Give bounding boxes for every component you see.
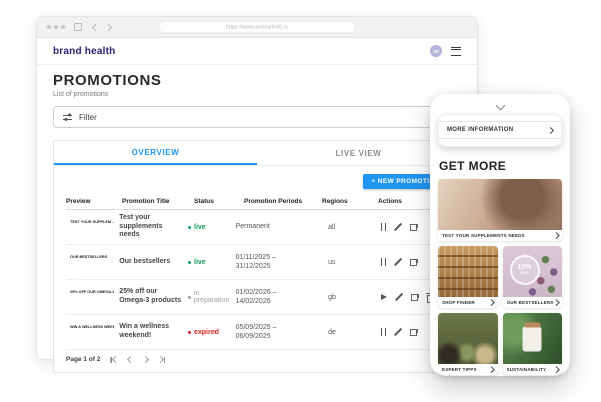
card-label: TEST YOUR SUPPLEMENTS NEEDS (442, 233, 525, 238)
card-label: OUR BESTSELLERS (507, 300, 554, 305)
browser-chrome-bar: https://www.anhealth66.io (37, 17, 477, 38)
status-dot (188, 261, 191, 264)
pagination: Page 1 of 2 (54, 350, 460, 369)
browser-window: https://www.anhealth66.io brand health J… (36, 16, 478, 360)
promo-period: Permanent (236, 222, 311, 231)
back-icon[interactable] (92, 23, 99, 30)
promotions-table: Preview Promotion Title Status Promotion… (66, 194, 448, 350)
first-page-button[interactable] (110, 357, 117, 363)
edit-icon[interactable] (394, 258, 402, 266)
col-periods: Promotion Periods (244, 198, 322, 205)
promo-title: 25% off our Omega-3 products (119, 288, 188, 306)
edit-icon[interactable] (394, 223, 402, 231)
pause-icon[interactable] (381, 258, 386, 266)
more-information-label: MORE INFORMATION (447, 127, 513, 133)
url-bar[interactable]: https://www.anhealth66.io (159, 21, 356, 34)
export-icon[interactable] (411, 293, 419, 301)
promo-region: all (310, 224, 381, 231)
chevron-right-icon (488, 299, 494, 305)
supplement-jar-graphic (523, 327, 542, 352)
pause-icon[interactable] (381, 328, 386, 336)
card-our-bestsellers[interactable]: 10% OFF OUR BESTSELLERS (503, 246, 563, 308)
card-test-supplements[interactable]: TEST YOUR SUPPLEMENTS NEEDS (438, 179, 562, 241)
tab-overview[interactable]: OVERVIEW (54, 141, 257, 165)
table-header-row: Preview Promotion Title Status Promotion… (66, 194, 448, 210)
more-information-dropdown: MORE INFORMATION (438, 114, 562, 147)
chevron-right-icon (553, 232, 559, 238)
filter-icon (63, 113, 72, 121)
phone-mockup: MORE INFORMATION GET MORE TEST YOUR SUPP… (430, 94, 570, 376)
pagination-label: Page 1 of 2 (66, 356, 100, 363)
promo-title: Win a wellness weekend! (119, 323, 188, 341)
get-more-heading: GET MORE (439, 159, 561, 173)
last-page-button[interactable] (158, 357, 165, 363)
table-row[interactable]: TEST YOUR SUPPLEM ... Test your suppleme… (66, 210, 448, 245)
card-label: SHOP FINDER (442, 300, 475, 305)
col-preview: Preview (66, 198, 122, 205)
promo-title: Test your supplements needs (119, 214, 188, 240)
chevron-right-icon (488, 366, 494, 372)
promo-region: us (310, 259, 381, 266)
export-icon[interactable] (410, 258, 418, 266)
promo-period: 01/11/2025 – 31/12/2025 (236, 253, 311, 271)
page-title: PROMOTIONS (53, 72, 461, 89)
table-row[interactable]: 10%OUR BESTSELLERS Our bestsellers live … (66, 245, 448, 280)
promo-period: 01/02/2026 – 14/02/2026 (236, 288, 311, 306)
edit-icon[interactable] (395, 293, 403, 301)
table-row[interactable]: 25% OFF OUR OMEGA-3 ... 25% off our Omeg… (66, 280, 448, 315)
url-text: https://www.anhealth66.io (226, 24, 288, 30)
card-shop-finder[interactable]: SHOP FINDER (438, 246, 498, 308)
chevron-right-icon (553, 366, 559, 372)
edit-icon[interactable] (394, 328, 402, 336)
status-badge: in preparation (194, 290, 236, 304)
discount-badge: 10% OFF (510, 255, 540, 285)
status-dot (188, 226, 191, 229)
promo-period: 05/09/2025 – 06/09/2025 (236, 323, 311, 341)
brand-logo[interactable]: brand health (53, 46, 115, 57)
menu-icon[interactable] (451, 47, 461, 56)
play-icon[interactable] (381, 294, 387, 300)
window-dot[interactable] (54, 25, 58, 29)
card-label: EXPERT TIPPS (442, 367, 477, 372)
window-control-dots[interactable] (47, 25, 65, 29)
badge-off: OFF (521, 271, 529, 276)
status-badge: live (194, 259, 206, 266)
promo-region: gb (310, 294, 381, 301)
page-subtitle: List of promotions (53, 91, 461, 98)
col-title: Promotion Title (122, 198, 194, 205)
chevron-right-icon (547, 126, 554, 133)
promotions-card: OVERVIEW LIVE VIEW + NEW PROMOTION Previ… (53, 140, 461, 373)
status-dot (188, 331, 191, 334)
tab-bar: OVERVIEW LIVE VIEW (54, 141, 460, 166)
promo-region: de (310, 329, 381, 336)
next-page-button[interactable] (143, 357, 148, 362)
status-badge: expired (194, 329, 219, 336)
filter-bar[interactable]: Filter (53, 106, 461, 128)
col-regions: Regions (322, 198, 378, 205)
promo-title: Our bestsellers (119, 258, 188, 267)
card-label: SUSTAINABILITY (507, 367, 547, 372)
more-information-row[interactable]: MORE INFORMATION (439, 121, 561, 139)
export-icon[interactable] (410, 223, 418, 231)
table-row[interactable]: WIN A WELLNESS WEEK ... Win a wellness w… (66, 315, 448, 350)
window-dot[interactable] (47, 25, 51, 29)
chevron-right-icon (553, 299, 559, 305)
app-header: brand health JD (37, 38, 477, 65)
filter-label: Filter (79, 113, 97, 122)
card-sustainability[interactable]: SUSTAINABILITY (503, 313, 563, 375)
status-dot (188, 296, 191, 299)
pause-icon[interactable] (381, 223, 386, 231)
export-icon[interactable] (410, 328, 418, 336)
window-dot[interactable] (61, 25, 65, 29)
previous-page-button[interactable] (128, 357, 133, 362)
col-status: Status (194, 198, 244, 205)
tabs-icon[interactable] (74, 23, 82, 31)
forward-icon[interactable] (105, 23, 112, 30)
card-expert-tipps[interactable]: EXPERT TIPPS (438, 313, 498, 375)
avatar[interactable]: JD (430, 45, 442, 57)
chevron-down-icon[interactable] (495, 101, 505, 111)
status-badge: live (194, 224, 206, 231)
